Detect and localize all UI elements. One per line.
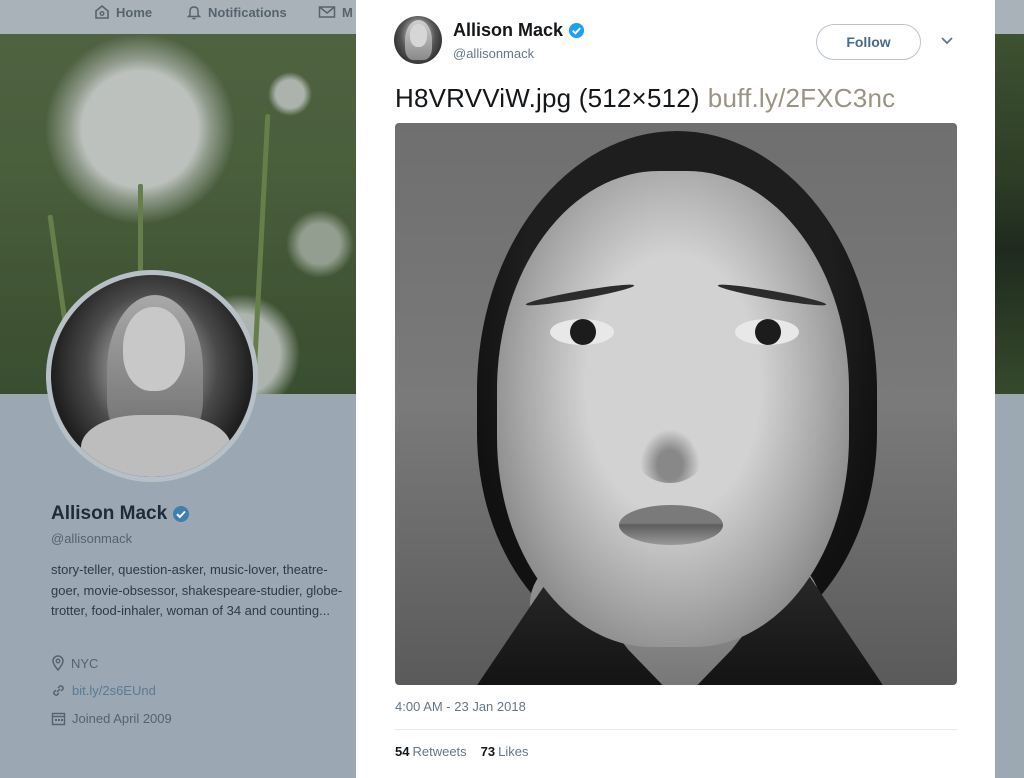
follow-button[interactable]: Follow	[816, 24, 921, 60]
profile-joined: Joined April 2009	[51, 711, 172, 726]
nav-home[interactable]: Home	[94, 4, 152, 20]
nav-messages-label: M	[342, 4, 353, 20]
background-right-photo	[995, 34, 1024, 394]
media-lips	[619, 505, 723, 545]
likes-stat[interactable]: 73 Likes	[481, 744, 529, 759]
calendar-icon	[51, 712, 66, 726]
chevron-down-icon[interactable]	[940, 36, 954, 46]
tweet-author-name[interactable]: Allison Mack	[453, 20, 585, 41]
nav-home-label: Home	[116, 4, 153, 20]
nav-messages[interactable]: M	[318, 4, 353, 20]
profile-website-link[interactable]: bit.ly/2s6EUnd	[72, 683, 156, 698]
tweet-author-name-text: Allison Mack	[453, 20, 564, 40]
media-eye-right	[735, 319, 799, 345]
tweet-avatar-face	[410, 24, 427, 47]
avatar-photo	[51, 275, 253, 477]
media-face	[497, 171, 849, 647]
retweets-count: 54	[395, 744, 410, 759]
tweet-text-body: H8VRVViW.jpg (512×512)	[395, 83, 700, 113]
profile-name-text: Allison Mack	[51, 503, 168, 524]
profile-joined-text: Joined April 2009	[72, 711, 172, 726]
avatar-face	[123, 307, 185, 391]
tweet-author-avatar[interactable]	[394, 16, 442, 64]
profile-bio: story-teller, question-asker, music-love…	[51, 562, 343, 618]
retweets-stat[interactable]: 54 Retweets	[395, 744, 467, 759]
tweet-card: Allison Mack @allisonmack Follow H8VRVVi…	[356, 0, 995, 778]
nav-notifications-label: Notifications	[208, 4, 287, 20]
tweet-text: H8VRVViW.jpg (512×512) buff.ly/2FXC3nc	[395, 83, 895, 114]
link-icon	[53, 685, 64, 696]
tweet-link[interactable]: buff.ly/2FXC3nc	[708, 83, 896, 113]
tweet-divider	[395, 729, 957, 730]
profile-name[interactable]: Allison Mack	[51, 503, 190, 525]
profile-avatar[interactable]	[46, 270, 258, 482]
likes-label: Likes	[498, 744, 529, 759]
tweet-author-handle[interactable]: @allisonmack	[453, 46, 534, 61]
profile-website[interactable]: bit.ly/2s6EUnd	[51, 683, 156, 698]
retweets-label: Retweets	[412, 744, 467, 759]
avatar-shirt	[81, 415, 231, 477]
verified-badge-icon	[568, 22, 585, 39]
home-icon	[95, 4, 109, 19]
profile-location: NYC	[51, 655, 98, 671]
likes-count: 73	[480, 744, 496, 759]
profile-handle[interactable]: @allisonmack	[51, 531, 132, 546]
profile-location-text: NYC	[71, 655, 99, 671]
location-pin-icon	[52, 655, 64, 671]
nav-notifications[interactable]: Notifications	[186, 4, 287, 20]
verified-badge-icon	[173, 506, 190, 522]
bell-icon	[186, 6, 202, 20]
media-eye-left	[550, 319, 614, 345]
media-nose	[635, 423, 705, 483]
tweet-stats: 54 Retweets 73 Likes	[395, 744, 543, 759]
tweet-timestamp[interactable]: 4:00 AM - 23 Jan 2018	[395, 699, 526, 714]
tweet-media-image[interactable]	[395, 123, 957, 685]
envelope-icon	[318, 6, 336, 18]
